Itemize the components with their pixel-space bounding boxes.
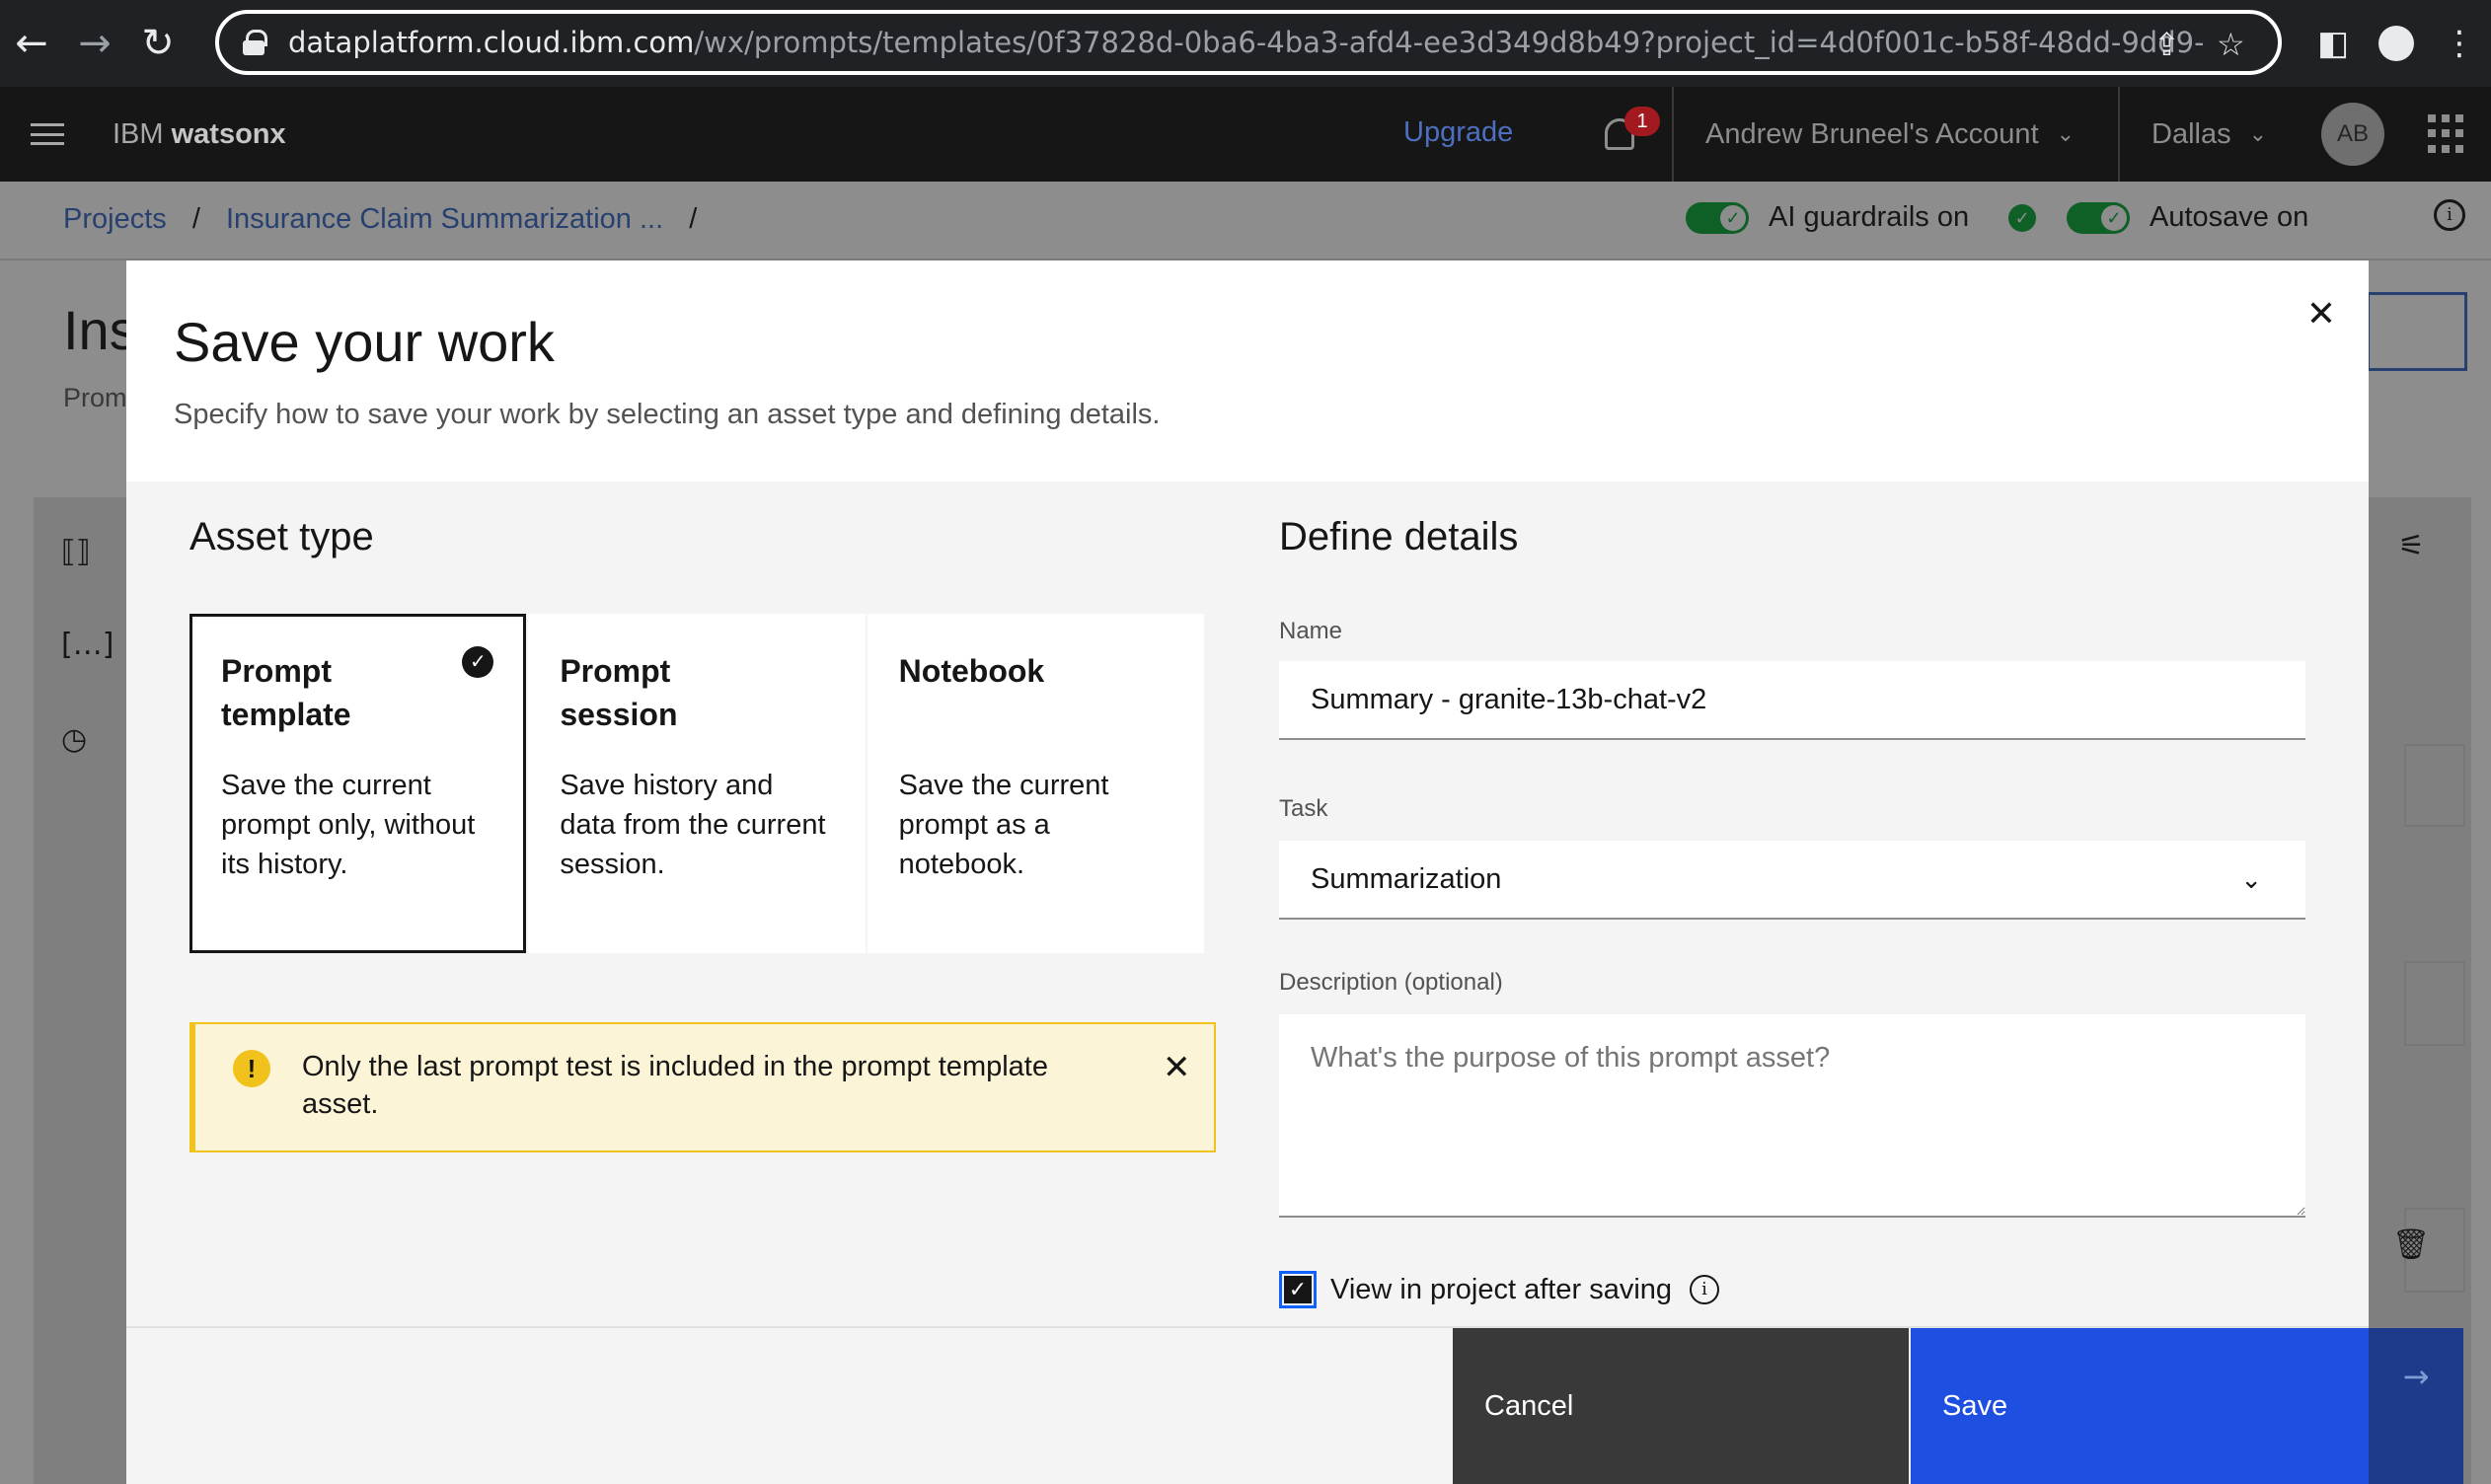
task-selected-value: Summarization <box>1311 862 1502 895</box>
close-icon[interactable]: ✕ <box>2294 286 2349 341</box>
arrow-right-icon: → <box>2369 1328 2463 1484</box>
share-icon[interactable]: ⇪ <box>2153 26 2180 63</box>
view-after-saving-checkbox[interactable]: ✓ <box>1279 1271 1317 1308</box>
variables-icon[interactable]: […] <box>61 628 113 662</box>
asset-type-heading: Asset type <box>189 515 374 558</box>
name-field[interactable]: Summary - granite-13b-chat-v2 <box>1279 661 2305 740</box>
toggle-switch[interactable] <box>2067 201 2130 234</box>
chevron-down-icon: ⌄ <box>2240 864 2262 894</box>
app-switcher-icon[interactable] <box>2428 114 2467 154</box>
view-after-saving: ✓ View in project after saving i <box>1279 1271 1720 1308</box>
modal-header: Save your work Specify how to save your … <box>126 260 2369 482</box>
breadcrumb-separator: / <box>191 203 200 235</box>
chevron-down-icon: ⌄ <box>2056 121 2076 146</box>
forward-icon[interactable]: → <box>63 0 126 87</box>
warning-notification: ! Only the last prompt test is included … <box>189 1022 1216 1152</box>
tile-title: Notebook <box>898 653 1045 689</box>
checkmark-filled-icon: ✓ <box>462 646 494 678</box>
info-icon[interactable]: i <box>1690 1275 1720 1304</box>
app-header: IBM watsonx Upgrade 1 Andrew Bruneel's A… <box>0 87 2491 182</box>
tile-title: Prompt template <box>221 653 351 732</box>
breadcrumb: Projects / Insurance Claim Summarization… <box>63 203 715 236</box>
background-dropdown <box>2367 292 2467 371</box>
browser-menu-icon[interactable]: ⋮ <box>2428 24 2491 63</box>
autosave-toggle[interactable]: Autosave on <box>2067 201 2308 234</box>
history-clock-icon[interactable]: ◷ <box>61 722 87 757</box>
back-icon[interactable]: ← <box>0 0 63 87</box>
avatar[interactable]: AB <box>2321 103 2384 166</box>
structured-mode-icon[interactable]: ⟦⟧ <box>61 535 91 569</box>
tile-description: Save the current prompt only, without it… <box>221 770 476 880</box>
lock-icon[interactable] <box>243 30 267 55</box>
hamburger-menu-icon[interactable] <box>0 87 95 182</box>
sidebar-toggle-icon[interactable]: ◧ <box>2302 24 2365 63</box>
modal-description: Specify how to save your work by selecti… <box>174 399 1161 430</box>
tile-title: Prompt session <box>560 653 678 732</box>
check-circle-icon: ✓ <box>2008 203 2037 232</box>
guardrails-toggle[interactable]: AI guardrails on ✓ <box>1686 201 2037 234</box>
checkmark-icon: ✓ <box>1284 1276 1312 1303</box>
notification-text: Only the last prompt test is included in… <box>302 1051 1048 1120</box>
background-panel <box>2404 744 2465 827</box>
name-label: Name <box>1279 618 1343 644</box>
breadcrumb-separator: / <box>689 203 698 235</box>
reload-icon[interactable]: ↻ <box>126 0 189 87</box>
browser-toolbar: ← → ↻ dataplatform.cloud.ibm.com/wx/prom… <box>0 0 2491 87</box>
tile-notebook[interactable]: Notebook Save the current prompt as a no… <box>867 614 1204 953</box>
left-rail: ⟦⟧ […] ◷ <box>34 497 132 1484</box>
trash-icon[interactable]: 🗑 <box>2392 1227 2430 1262</box>
tile-prompt-template[interactable]: Prompt template ✓ Save the current promp… <box>189 614 527 953</box>
notifications-button[interactable]: 1 <box>1599 107 1660 162</box>
breadcrumb-projects[interactable]: Projects <box>63 203 167 235</box>
page-subtitle: Prom <box>63 383 127 412</box>
url-text[interactable]: dataplatform.cloud.ibm.com/wx/prompts/te… <box>288 26 2203 59</box>
region-name: Dallas <box>2151 117 2231 150</box>
save-button[interactable]: Save <box>1911 1328 2369 1484</box>
upgrade-link[interactable]: Upgrade <box>1403 116 1513 149</box>
autosave-label: Autosave on <box>2150 201 2309 233</box>
guardrails-label: AI guardrails on <box>1769 201 1970 233</box>
description-field[interactable] <box>1279 1014 2305 1218</box>
tile-description: Save the current prompt as a notebook. <box>898 770 1109 880</box>
region-switcher[interactable]: Dallas ⌄ <box>2118 87 2299 182</box>
checkbox-label[interactable]: View in project after saving <box>1330 1274 1672 1306</box>
warning-icon: ! <box>233 1050 270 1087</box>
task-label: Task <box>1279 795 1328 822</box>
brand-logo[interactable]: IBM watsonx <box>113 118 286 151</box>
asset-type-tiles: Prompt template ✓ Save the current promp… <box>189 614 1204 953</box>
account-name: Andrew Bruneel's Account <box>1705 117 2039 150</box>
modal-title: Save your work <box>174 311 555 373</box>
notification-badge: 1 <box>1624 107 1660 136</box>
bookmark-star-icon[interactable]: ☆ <box>2217 26 2245 63</box>
description-label: Description (optional) <box>1279 969 1503 996</box>
background-panel <box>2404 961 2465 1046</box>
breadcrumb-project[interactable]: Insurance Claim Summarization ... <box>226 203 663 235</box>
task-select[interactable]: Summarization ⌄ <box>1279 841 2305 920</box>
cancel-button[interactable]: Cancel <box>1453 1328 1909 1484</box>
address-bar[interactable]: dataplatform.cloud.ibm.com/wx/prompts/te… <box>215 10 2282 75</box>
close-icon[interactable]: ✕ <box>1163 1048 1191 1087</box>
save-modal: Save your work Specify how to save your … <box>126 260 2369 1484</box>
tile-prompt-session[interactable]: Prompt session Save history and data fro… <box>528 614 866 953</box>
settings-sliders-icon[interactable]: ⚟ <box>2398 529 2425 563</box>
chevron-down-icon: ⌄ <box>2248 121 2268 146</box>
profile-icon[interactable] <box>2365 26 2428 61</box>
define-details-heading: Define details <box>1279 515 1519 558</box>
info-icon[interactable]: i <box>2434 199 2465 231</box>
account-switcher[interactable]: Andrew Bruneel's Account ⌄ <box>1672 87 2106 182</box>
toggle-switch[interactable] <box>1686 201 1749 234</box>
tile-description: Save history and data from the current s… <box>560 770 826 880</box>
